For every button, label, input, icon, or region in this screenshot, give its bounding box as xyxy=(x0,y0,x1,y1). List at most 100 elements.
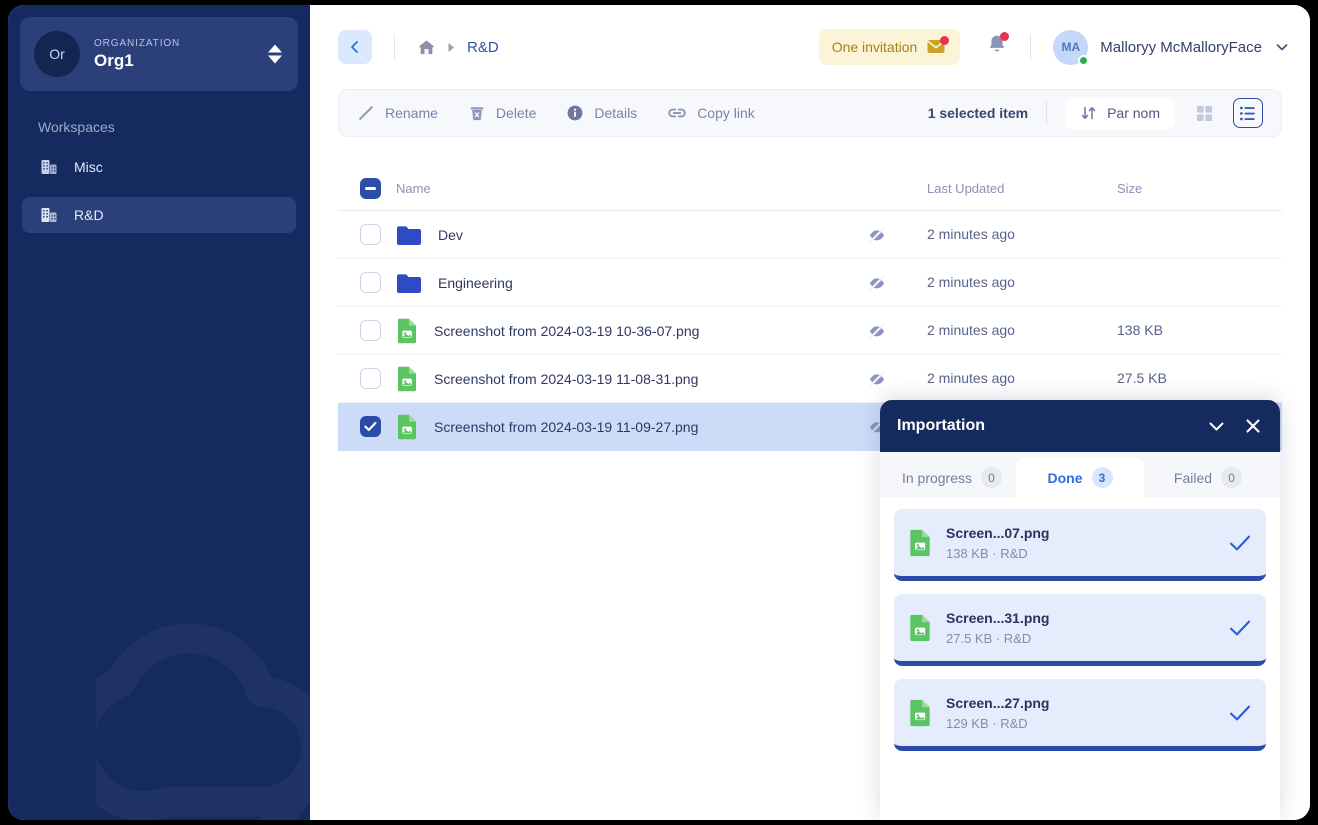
details-label: Details xyxy=(594,105,638,121)
eye-off-icon[interactable] xyxy=(867,370,887,388)
table-row[interactable]: Screenshot from 2024-03-19 11-08-31.png … xyxy=(338,355,1282,403)
tab-count-badge: 0 xyxy=(981,467,1003,488)
eye-off-icon[interactable] xyxy=(867,274,887,292)
sidebar-item-rd[interactable]: R&D xyxy=(22,197,296,233)
row-name: Screenshot from 2024-03-19 11-08-31.png xyxy=(434,370,699,387)
selection-count: 1 selected item xyxy=(927,105,1029,121)
list-item[interactable]: Screen...31.png 27.5 KB · R&D xyxy=(894,594,1266,666)
row-size: 138 KB xyxy=(1117,321,1163,338)
grid-view-icon xyxy=(1196,105,1212,121)
breadcrumb-current[interactable]: R&D xyxy=(467,39,499,56)
eye-off-icon[interactable] xyxy=(867,226,887,244)
online-status-badge xyxy=(1078,54,1090,66)
back-button[interactable] xyxy=(338,30,372,64)
import-item-meta: 129 KB · R&D xyxy=(946,715,1028,731)
collapse-panel-button[interactable] xyxy=(1206,416,1227,437)
caret-right-icon xyxy=(448,42,454,52)
check-icon xyxy=(1229,705,1251,720)
top-bar: R&D One invitation MA Malloryy McMallory… xyxy=(310,5,1310,89)
row-last-updated: 2 minutes ago xyxy=(927,273,1015,290)
row-last-updated: 2 minutes ago xyxy=(927,321,1015,338)
importation-tabs: In progress 0 Done 3 Failed 0 xyxy=(880,452,1280,497)
importation-list: Screen...07.png 138 KB · R&D Screen...31… xyxy=(880,497,1280,820)
toolbar-divider xyxy=(1046,101,1048,125)
folder-icon xyxy=(397,225,421,245)
org-switcher-icon[interactable] xyxy=(268,44,282,64)
notifications-button[interactable] xyxy=(986,32,1010,61)
image-file-icon xyxy=(398,366,416,391)
building-icon xyxy=(41,208,57,222)
tab-failed[interactable]: Failed 0 xyxy=(1144,458,1272,497)
organization-switcher[interactable]: Or ORGANIZATION Org1 xyxy=(20,17,298,91)
action-toolbar: Rename Delete Details Copy link 1 select… xyxy=(338,89,1282,137)
list-view-button[interactable] xyxy=(1233,98,1263,128)
sort-label: Par nom xyxy=(1107,105,1160,121)
mail-badge-icon xyxy=(927,36,950,55)
check-icon xyxy=(1229,620,1251,635)
row-last-updated: 2 minutes ago xyxy=(927,225,1015,242)
list-item[interactable]: Screen...07.png 138 KB · R&D xyxy=(894,509,1266,581)
info-icon xyxy=(567,105,583,121)
badge-dot xyxy=(940,36,950,45)
chevron-left-icon xyxy=(351,41,358,53)
import-item-meta: 138 KB · R&D xyxy=(946,545,1028,561)
image-file-icon xyxy=(398,318,416,343)
header-divider-2 xyxy=(1030,34,1032,60)
import-item-name: Screen...07.png xyxy=(946,524,1050,541)
avatar-initials: MA xyxy=(1061,40,1081,54)
copy-link-label: Copy link xyxy=(697,105,755,121)
image-file-icon xyxy=(910,614,930,641)
row-checkbox[interactable] xyxy=(360,416,381,437)
table-row[interactable]: Screenshot from 2024-03-19 10-36-07.png … xyxy=(338,307,1282,355)
rename-button[interactable]: Rename xyxy=(357,104,438,122)
row-name: Engineering xyxy=(438,274,513,291)
row-checkbox[interactable] xyxy=(360,320,381,341)
import-item-name: Screen...31.png xyxy=(946,609,1050,626)
organization-label: ORGANIZATION xyxy=(94,37,181,49)
workspaces-heading: Workspaces xyxy=(38,119,115,135)
eye-off-icon[interactable] xyxy=(867,322,887,340)
image-file-icon xyxy=(910,699,930,726)
importation-panel-header: Importation xyxy=(880,400,1280,452)
indeterminate-dash-icon xyxy=(365,187,376,190)
row-checkbox[interactable] xyxy=(360,368,381,389)
breadcrumb: R&D xyxy=(417,38,499,57)
check-icon xyxy=(1229,535,1251,550)
home-icon[interactable] xyxy=(417,38,436,57)
table-row[interactable]: Dev 2 minutes ago xyxy=(338,211,1282,259)
importation-panel: Importation In progress 0 Done 3 Failed … xyxy=(880,400,1280,820)
image-file-icon xyxy=(910,529,930,556)
tab-label: In progress xyxy=(901,469,973,486)
select-all-checkbox[interactable] xyxy=(360,178,381,199)
sidebar-item-label: R&D xyxy=(74,207,104,223)
triangle-down-icon xyxy=(268,55,282,64)
copy-link-button[interactable]: Copy link xyxy=(667,104,755,122)
organization-avatar: Or xyxy=(34,31,80,77)
sort-button[interactable]: Par nom xyxy=(1065,97,1175,129)
check-icon xyxy=(364,421,377,432)
chevron-down-icon xyxy=(1209,422,1224,430)
sidebar-item-misc[interactable]: Misc xyxy=(22,149,296,185)
delete-button[interactable]: Delete xyxy=(468,104,536,122)
user-menu[interactable]: MA Malloryy McMalloryFace xyxy=(1053,29,1290,66)
tab-count-badge: 0 xyxy=(1221,467,1243,488)
tab-done[interactable]: Done 3 xyxy=(1016,458,1144,497)
app-window: Or ORGANIZATION Org1 Workspaces Misc R&D… xyxy=(8,5,1310,820)
row-name: Dev xyxy=(438,226,463,243)
link-icon xyxy=(668,108,686,118)
row-checkbox[interactable] xyxy=(360,224,381,245)
table-row[interactable]: Engineering 2 minutes ago xyxy=(338,259,1282,307)
row-checkbox[interactable] xyxy=(360,272,381,293)
details-button[interactable]: Details xyxy=(566,104,637,122)
column-header-last-updated[interactable]: Last Updated xyxy=(927,181,1004,196)
tab-in-progress[interactable]: In progress 0 xyxy=(888,458,1016,497)
grid-view-button[interactable] xyxy=(1189,98,1219,128)
list-item[interactable]: Screen...27.png 129 KB · R&D xyxy=(894,679,1266,751)
row-size: 27.5 KB xyxy=(1117,369,1167,386)
invitation-button[interactable]: One invitation xyxy=(818,29,961,65)
sort-arrows-icon xyxy=(1081,106,1096,120)
column-header-size[interactable]: Size xyxy=(1117,181,1142,196)
close-panel-button[interactable] xyxy=(1243,416,1263,436)
row-name: Screenshot from 2024-03-19 11-09-27.png xyxy=(434,418,699,435)
column-header-name[interactable]: Name xyxy=(396,181,431,196)
